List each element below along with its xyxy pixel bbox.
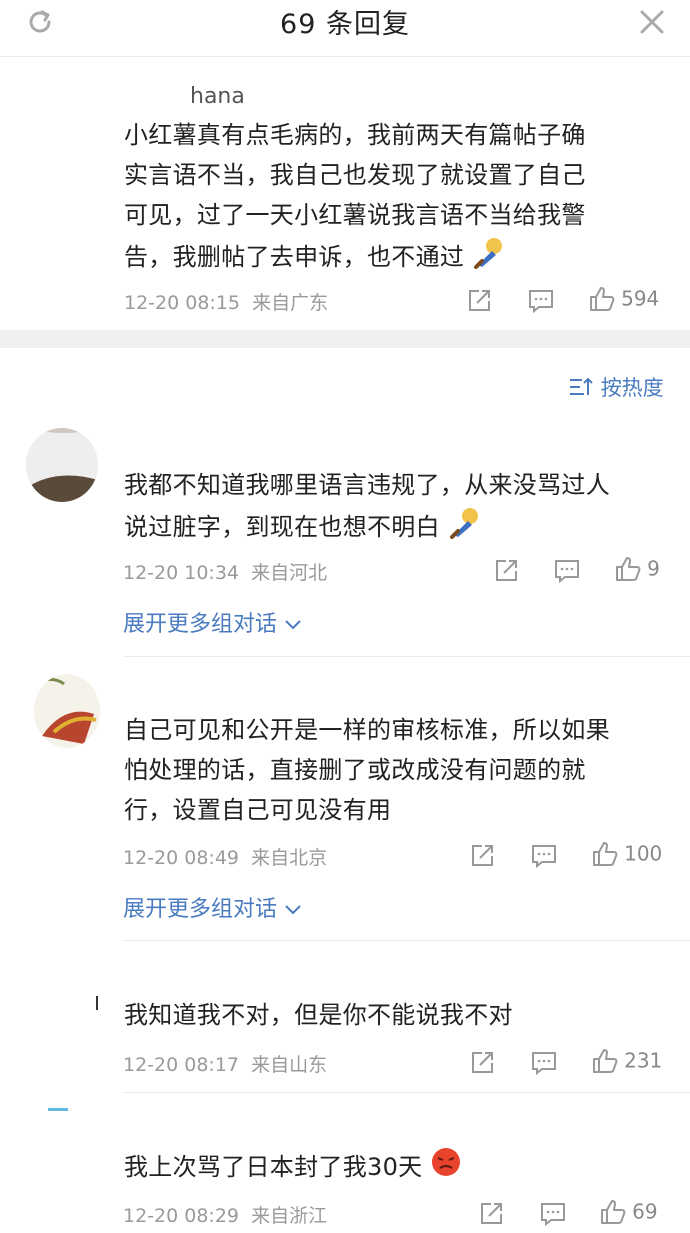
comment-time: 12-20 08:17 [123,1054,240,1076]
sort-button[interactable]: 按热度 [568,372,664,404]
avatar[interactable] [26,428,98,502]
like-count: 9 [647,556,660,581]
sort-label: 按热度 [600,376,664,400]
comment-time: 12-20 08:29 [123,1205,240,1227]
reply-meta: 12-20 10:34 来自河北 [123,558,327,585]
expand-conversation-link[interactable]: 展开更多组对话 [123,891,302,923]
like-button[interactable]: 69 [599,1198,658,1230]
comment-line: 怕处理的话，直接删了或改成没有问题的就 [124,756,586,784]
avatar[interactable] [48,1108,68,1111]
reply-text: 我都不知道我哪里语言违规了，从来没骂过人 说过脏字，到现在也想不明白 [124,465,684,551]
share-icon[interactable] [468,1049,496,1077]
share-icon[interactable] [492,557,520,585]
share-icon[interactable] [468,842,496,870]
like-button[interactable]: 231 [591,1047,662,1079]
comment-line: 我都不知道我哪里语言违规了，从来没骂过人 [124,471,610,499]
expand-conversation-link[interactable]: 展开更多组对话 [123,606,302,638]
share-icon[interactable] [465,287,493,315]
comment-line: 小红薯真有点毛病的，我前两天有篇帖子确 [124,121,586,149]
reply-text: 自己可见和公开是一样的审核标准，所以如果 怕处理的话，直接删了或改成没有问题的就… [124,710,684,830]
thumbs-up-icon [588,285,616,317]
comment-time: 12-20 10:34 [123,562,240,584]
comment-line: 我上次骂了日本封了我30天 [124,1153,423,1181]
doge-emoji-icon [448,505,482,551]
thumbs-up-icon [614,555,642,587]
like-count: 69 [632,1199,658,1224]
comment-line: 我知道我不对，但是你不能说我不对 [124,1001,513,1029]
reply-divider [123,940,690,941]
comment-line: 行，设置自己可见没有用 [124,796,392,824]
reply-text: 我上次骂了日本封了我30天 [124,1146,684,1190]
avatar[interactable] [96,996,98,1010]
doge-emoji-icon [472,235,506,281]
close-icon[interactable] [636,6,668,38]
header-bar: 69 条回复 [0,0,690,44]
expand-label: 展开更多组对话 [123,612,278,637]
sort-icon [568,375,594,404]
like-button[interactable]: 594 [588,285,659,317]
top-comment-meta: 12-20 08:15 来自广东 [124,288,328,315]
comment-location: 来自河北 [251,562,328,584]
comment-location: 来自广东 [252,292,329,314]
comment-time: 12-20 08:49 [123,847,240,869]
like-button[interactable]: 9 [614,555,660,587]
page-title: 69 条回复 [280,9,410,40]
reply-meta: 12-20 08:17 来自山东 [123,1050,327,1077]
header-divider [0,56,690,57]
comment-location: 来自浙江 [251,1205,328,1227]
chevron-down-icon [284,897,302,922]
comment-location: 来自山东 [251,1054,328,1076]
comment-line: 实言语不当，我自己也发现了就设置了自己 [124,161,586,189]
reply-divider [123,656,690,657]
reply-meta: 12-20 08:49 来自北京 [123,843,327,870]
top-comment-text: 小红薯真有点毛病的，我前两天有篇帖子确 实言语不当，我自己也发现了就设置了自己 … [124,115,684,281]
thumbs-up-icon [591,840,619,872]
share-icon[interactable] [477,1200,505,1228]
thumbs-up-icon [599,1198,627,1230]
comment-line: 说过脏字，到现在也想不明白 [124,513,440,541]
like-count: 594 [621,286,660,311]
reply-text: 我知道我不对，但是你不能说我不对 [124,995,684,1035]
comment-icon[interactable] [553,557,581,585]
comment-icon[interactable] [539,1200,567,1228]
like-button[interactable]: 100 [591,840,662,872]
expand-label: 展开更多组对话 [123,897,278,922]
like-count: 100 [624,841,663,866]
reply-meta: 12-20 08:29 来自浙江 [123,1201,327,1228]
comment-line: 自己可见和公开是一样的审核标准，所以如果 [124,716,610,744]
avatar[interactable] [34,674,100,748]
comment-icon[interactable] [527,287,555,315]
top-comment-username[interactable]: hana [190,84,245,109]
comment-line: 告，我删帖了去申诉，也不通过 [124,243,465,271]
comment-icon[interactable] [530,842,558,870]
like-count: 231 [624,1048,663,1073]
comment-location: 来自北京 [251,847,328,869]
chevron-down-icon [284,612,302,637]
angry-emoji-icon [430,1146,462,1190]
reply-divider [123,1092,690,1093]
comment-icon[interactable] [530,1049,558,1077]
comment-time: 12-20 08:15 [124,292,241,314]
section-separator [0,330,690,348]
thumbs-up-icon [591,1047,619,1079]
comment-line: 可见，过了一天小红薯说我言语不当给我警 [124,201,586,229]
